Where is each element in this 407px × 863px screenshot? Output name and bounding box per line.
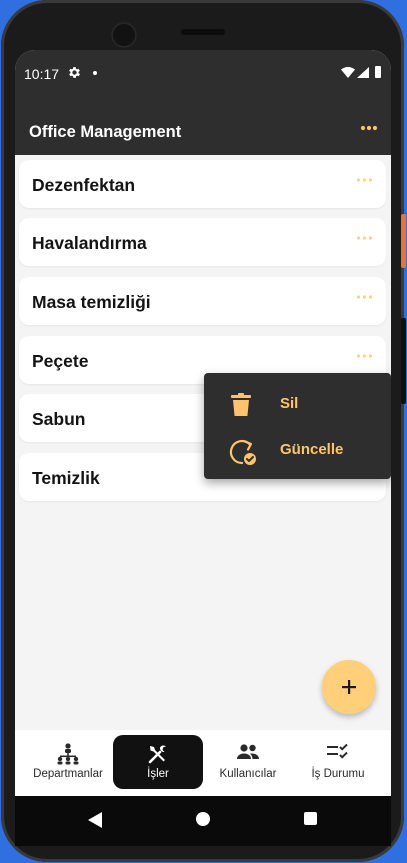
checklist-icon xyxy=(327,743,348,759)
more-horizontal-icon[interactable] xyxy=(356,294,373,300)
task-label: Sabun xyxy=(32,409,86,429)
list-item[interactable]: Havalandırma xyxy=(19,218,386,266)
more-horizontal-icon[interactable] xyxy=(356,353,373,359)
list-item[interactable]: Masa temizliği xyxy=(19,277,386,325)
nav-label: İşler xyxy=(147,768,169,780)
top-bezel xyxy=(15,12,390,52)
front-camera xyxy=(111,22,137,48)
context-menu: Sil Güncelle xyxy=(204,373,391,479)
status-bar: 10:17 xyxy=(15,50,391,96)
status-time: 10:17 xyxy=(24,66,60,82)
nav-label: Kullanıcılar xyxy=(219,768,277,780)
phone-frame: 10:17 Office Management Dezenfektan Hava… xyxy=(1,0,406,862)
nav-label: Departmanlar xyxy=(33,768,103,780)
refresh-check-icon xyxy=(229,439,256,465)
list-item[interactable]: Dezenfektan xyxy=(19,160,386,208)
more-horizontal-icon[interactable] xyxy=(360,124,378,132)
recent-apps-icon[interactable] xyxy=(304,812,317,825)
more-horizontal-icon[interactable] xyxy=(356,235,373,241)
nav-label: İş Durumu xyxy=(311,768,365,780)
system-navigation-bar xyxy=(15,796,391,846)
notification-dot xyxy=(93,71,97,75)
menu-item-update[interactable]: Güncelle xyxy=(204,427,391,473)
task-label: Havalandırma xyxy=(32,233,147,253)
volume-button xyxy=(401,318,406,404)
task-label: Peçete xyxy=(32,351,89,371)
home-icon[interactable] xyxy=(196,812,210,826)
back-icon[interactable] xyxy=(88,812,102,828)
task-label: Masa temizliği xyxy=(32,292,151,312)
earpiece-speaker xyxy=(181,29,225,35)
app-title: Office Management xyxy=(29,123,182,141)
menu-item-label: Sil xyxy=(280,395,299,412)
task-label: Dezenfektan xyxy=(32,175,136,195)
menu-item-delete[interactable]: Sil xyxy=(204,381,391,427)
nav-tab-kullanicilar[interactable]: Kullanıcılar xyxy=(203,735,293,789)
more-horizontal-icon[interactable] xyxy=(356,177,373,183)
battery-icon xyxy=(375,66,381,78)
org-chart-icon xyxy=(57,743,79,765)
nav-tab-isler[interactable]: İşler xyxy=(113,735,203,789)
nav-tab-is-durumu[interactable]: İş Durumu xyxy=(293,735,383,789)
task-label: Temizlik xyxy=(32,468,100,488)
trash-icon xyxy=(231,393,251,416)
plus-icon xyxy=(342,680,356,694)
gear-icon xyxy=(69,67,80,78)
menu-item-label: Güncelle xyxy=(280,441,344,458)
signal-icon xyxy=(357,67,369,78)
tools-icon xyxy=(148,745,166,764)
screen: 10:17 Office Management Dezenfektan Hava… xyxy=(15,50,391,796)
bottom-navigation: Departmanlar İşler Kullanıcılar İş Durum… xyxy=(15,730,391,796)
power-button xyxy=(401,214,406,268)
add-task-button[interactable] xyxy=(322,660,376,714)
users-icon xyxy=(237,744,259,759)
app-bar: Office Management xyxy=(15,96,391,155)
wifi-icon xyxy=(341,67,355,78)
nav-tab-departmanlar[interactable]: Departmanlar xyxy=(23,735,113,789)
